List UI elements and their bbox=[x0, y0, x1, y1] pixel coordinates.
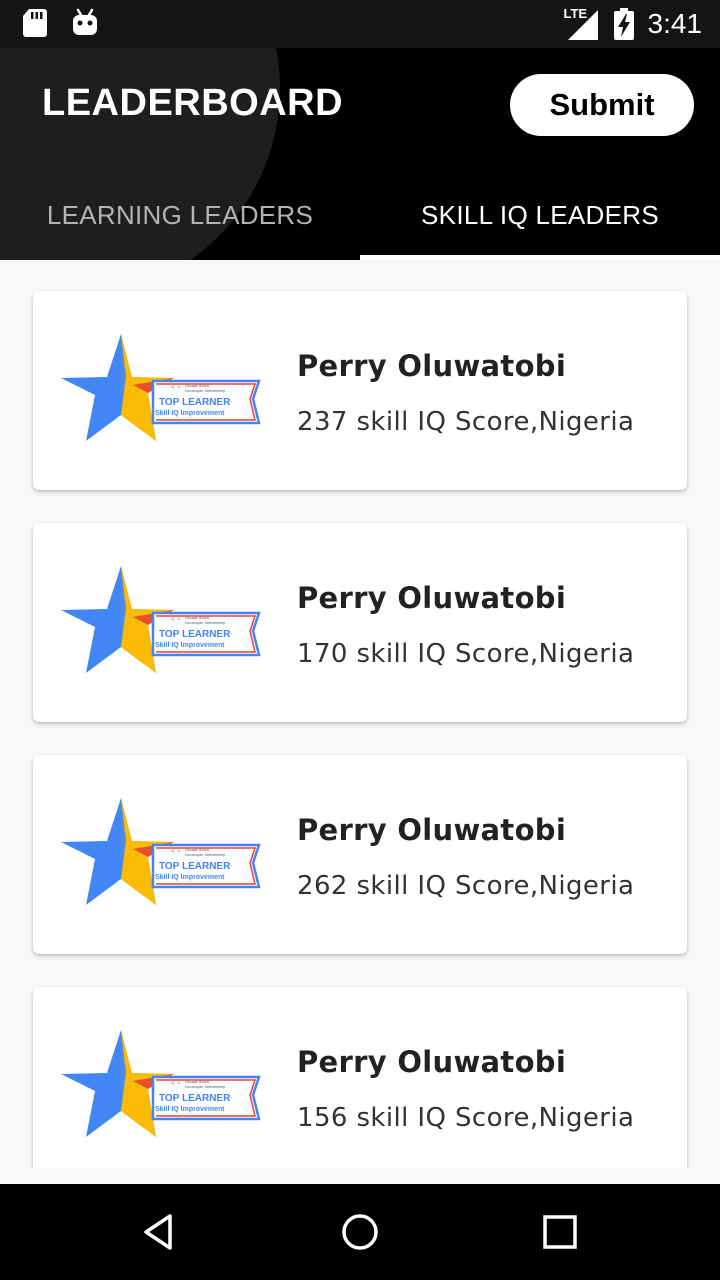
svg-text:TOP LEARNER: TOP LEARNER bbox=[159, 1093, 231, 1104]
svg-text:Skill IQ Improvement: Skill IQ Improvement bbox=[155, 642, 225, 649]
tab-skill-iq-leaders[interactable]: SKILL IQ LEADERS bbox=[360, 170, 720, 260]
svg-text:Skill IQ Improvement: Skill IQ Improvement bbox=[155, 874, 225, 881]
svg-text:Developer Scholarship: Developer Scholarship bbox=[185, 388, 226, 393]
battery-charging-icon bbox=[613, 8, 634, 40]
svg-text:Skill IQ Improvement: Skill IQ Improvement bbox=[155, 410, 225, 417]
top-learner-badge-icon: < > Google Africa Developer Scholarship … bbox=[61, 334, 261, 441]
leader-score: 262 skill IQ Score,Nigeria bbox=[297, 871, 635, 901]
svg-text:>: > bbox=[177, 1081, 181, 1087]
svg-text:TOP LEARNER: TOP LEARNER bbox=[159, 629, 231, 640]
leader-score: 170 skill IQ Score,Nigeria bbox=[297, 639, 635, 669]
leader-name: Perry Oluwatobi bbox=[297, 1045, 567, 1079]
leader-name: Perry Oluwatobi bbox=[297, 349, 567, 383]
top-learner-badge-icon: < > Google Africa Developer Scholarship … bbox=[61, 1030, 261, 1137]
svg-text:>: > bbox=[177, 385, 181, 391]
leaders-list[interactable]: < > Google Africa Developer Scholarship … bbox=[0, 260, 720, 1168]
home-icon[interactable] bbox=[336, 1208, 384, 1256]
signal-icon bbox=[567, 10, 598, 40]
svg-text:<: < bbox=[171, 385, 175, 391]
back-icon[interactable] bbox=[136, 1208, 184, 1256]
submit-button[interactable]: Submit bbox=[510, 74, 694, 136]
tab-learning-leaders[interactable]: LEARNING LEADERS bbox=[0, 170, 360, 260]
svg-text:Developer Scholarship: Developer Scholarship bbox=[185, 852, 226, 857]
leader-score: 156 skill IQ Score,Nigeria bbox=[297, 1103, 635, 1133]
status-bar: LTE 3:41 bbox=[0, 0, 720, 48]
leader-card[interactable]: < > Google Africa Developer Scholarship … bbox=[33, 291, 687, 490]
top-learner-badge-icon: < > Google Africa Developer Scholarship … bbox=[61, 798, 261, 905]
tab-label: SKILL IQ LEADERS bbox=[421, 199, 659, 230]
app-bar: LEADERBOARD Submit LEARNING LEADERS SKIL… bbox=[0, 48, 720, 260]
recents-icon[interactable] bbox=[536, 1208, 584, 1256]
svg-text:Skill IQ Improvement: Skill IQ Improvement bbox=[155, 1106, 225, 1113]
tab-label: LEARNING LEADERS bbox=[46, 199, 314, 230]
leader-card[interactable]: < > Google Africa Developer Scholarship … bbox=[33, 987, 687, 1168]
svg-text:<: < bbox=[171, 1081, 175, 1087]
list-bottom-spacer bbox=[0, 1168, 720, 1184]
svg-text:Developer Scholarship: Developer Scholarship bbox=[185, 620, 226, 625]
status-time: 3:41 bbox=[647, 8, 703, 39]
navigation-bar bbox=[0, 1184, 720, 1280]
leader-name: Perry Oluwatobi bbox=[297, 813, 567, 847]
leader-name: Perry Oluwatobi bbox=[297, 581, 567, 615]
leader-card[interactable]: < > Google Africa Developer Scholarship … bbox=[33, 755, 687, 954]
leader-score: 237 skill IQ Score,Nigeria bbox=[297, 407, 635, 437]
leader-card[interactable]: < > Google Africa Developer Scholarship … bbox=[33, 523, 687, 722]
sd-card-icon bbox=[23, 9, 47, 37]
svg-text:TOP LEARNER: TOP LEARNER bbox=[159, 397, 231, 408]
svg-text:<: < bbox=[171, 617, 175, 623]
top-learner-badge-icon: < > Google Africa Developer Scholarship … bbox=[61, 566, 261, 673]
tab-bar: LEARNING LEADERS SKILL IQ LEADERS bbox=[0, 170, 720, 260]
svg-text:TOP LEARNER: TOP LEARNER bbox=[159, 861, 231, 872]
svg-text:<: < bbox=[171, 849, 175, 855]
android-icon bbox=[73, 8, 97, 35]
svg-text:>: > bbox=[177, 849, 181, 855]
svg-text:>: > bbox=[177, 617, 181, 623]
page-title: LEADERBOARD bbox=[42, 82, 344, 124]
svg-text:Developer Scholarship: Developer Scholarship bbox=[185, 1084, 226, 1089]
